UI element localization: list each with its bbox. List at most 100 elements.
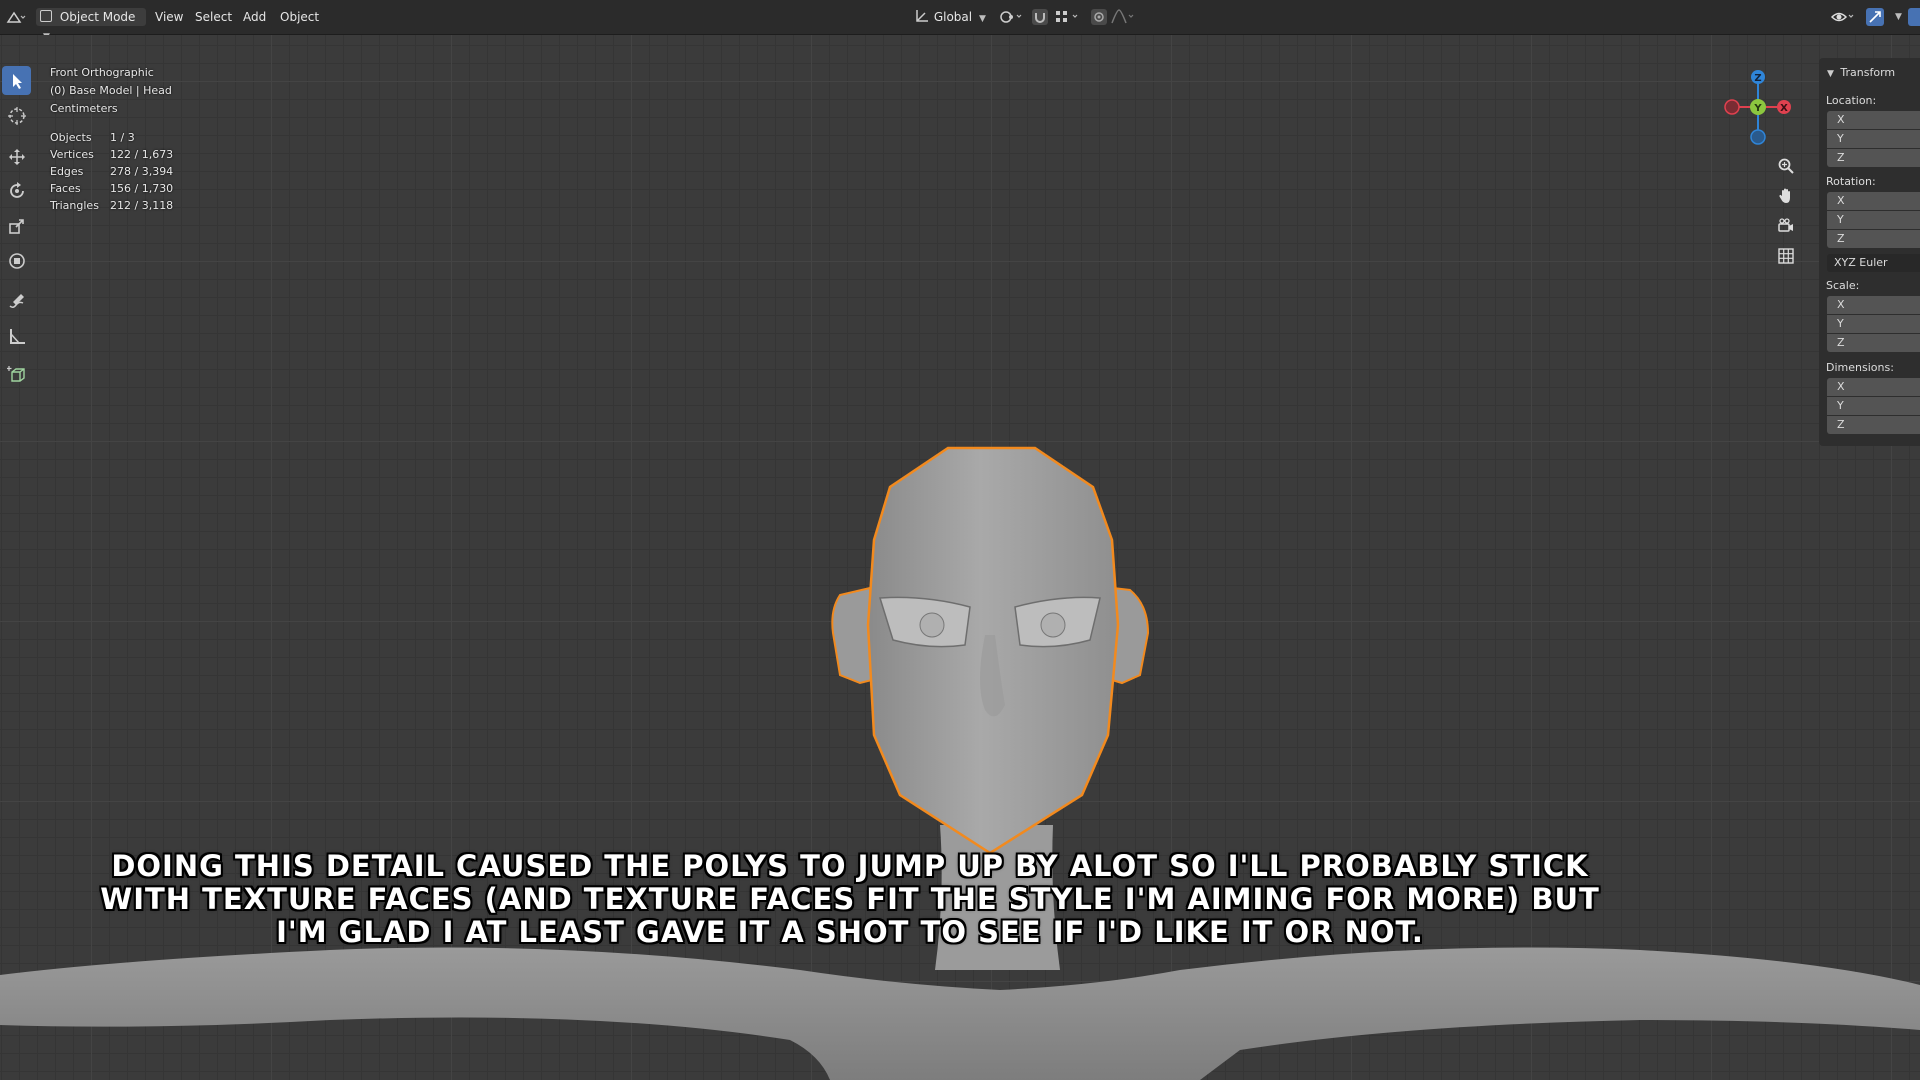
gizmo-z-label: Z <box>1754 73 1761 84</box>
stat-row-edges: Edges 278 / 3,394 <box>50 163 173 180</box>
scale-label: Scale: <box>1826 279 1860 292</box>
stat-label: Objects <box>50 131 92 144</box>
pivot-icon <box>1000 11 1022 23</box>
dimensions-z-field[interactable]: Z <box>1827 416 1920 434</box>
menu-object[interactable]: Object <box>280 8 319 26</box>
view-name: Front Orthographic <box>50 66 154 79</box>
gizmo-y-label: Y <box>1753 103 1762 114</box>
left-ear-mesh <box>831 586 874 685</box>
gizmo-icon <box>1866 8 1884 26</box>
cursor-arrow-icon <box>12 73 22 89</box>
falloff-curve-icon <box>1111 9 1134 24</box>
annotate-tool[interactable] <box>2 286 31 315</box>
stat-value: 212 / 3,118 <box>110 199 174 212</box>
stat-label: Faces <box>50 182 81 195</box>
zoom-button[interactable] <box>1774 154 1798 178</box>
measure-tool[interactable] <box>2 321 31 350</box>
menu-select[interactable]: Select <box>195 8 232 26</box>
move-arrows-icon <box>8 148 25 165</box>
magnet-icon <box>1032 9 1048 25</box>
snap-toggle[interactable] <box>1031 8 1049 26</box>
transform-orientation-dropdown[interactable]: Global ▼ <box>914 8 986 26</box>
mode-dropdown[interactable]: Object Mode ▼ <box>36 8 146 42</box>
ruler-icon <box>9 328 25 344</box>
scale-icon <box>8 218 24 234</box>
scale-x-field[interactable]: X <box>1827 296 1920 314</box>
add-cube-tool[interactable] <box>2 359 31 388</box>
hand-icon <box>1779 188 1790 203</box>
stat-value: 122 / 1,673 <box>110 148 174 161</box>
scale-tool[interactable] <box>2 211 31 240</box>
transform-tool[interactable] <box>2 246 31 275</box>
pencil-icon <box>8 293 24 308</box>
overlays-icon <box>1908 8 1920 26</box>
transform-panel: ▼ Transform Location: X Y Z Rotation: X … <box>1819 58 1920 446</box>
navigation-gizmo[interactable]: Z X Y <box>1712 64 1792 154</box>
gizmo-toggle[interactable] <box>1866 8 1886 26</box>
scale-z-field[interactable]: Z <box>1827 334 1920 352</box>
scale-y-field[interactable]: Y <box>1827 315 1920 333</box>
visibility-dropdown[interactable] <box>1830 8 1858 26</box>
gizmo-x-label: X <box>1780 103 1788 114</box>
chevron-down-icon: ▼ <box>978 14 986 24</box>
stat-row-triangles: Triangles 212 / 3,118 <box>50 197 173 214</box>
perspective-toggle-button[interactable] <box>1774 244 1798 268</box>
falloff-dropdown[interactable] <box>1110 8 1138 26</box>
mode-label: Object Mode <box>59 10 136 24</box>
stat-value: 1 / 3 <box>110 131 135 144</box>
transform-title: Transform <box>1840 66 1896 79</box>
camera-view-button[interactable] <box>1774 214 1798 238</box>
gizmo-neg-z[interactable] <box>1750 129 1766 145</box>
snap-target-dropdown[interactable] <box>1054 8 1082 26</box>
stat-row-objects: Objects 1 / 3 <box>50 129 173 146</box>
object-info: (0) Base Model | Head <box>50 84 172 97</box>
3d-cursor-icon <box>7 106 26 125</box>
stat-label: Vertices <box>50 148 94 161</box>
camera-icon <box>1778 218 1793 232</box>
stat-row-faces: Faces 156 / 1,730 <box>50 180 173 197</box>
location-y-field[interactable]: Y <box>1827 130 1920 148</box>
pivot-point-dropdown[interactable] <box>998 8 1024 26</box>
magnifier-icon <box>1778 158 1794 174</box>
chevron-down-icon: ▼ <box>1827 69 1834 79</box>
editor-type-button[interactable] <box>4 8 26 26</box>
rotate-tool[interactable] <box>2 176 31 205</box>
orientation-icon <box>916 10 928 22</box>
unit-label: Centimeters <box>50 102 118 115</box>
editor-type-icon <box>6 11 26 23</box>
proportional-edit-toggle[interactable] <box>1090 8 1108 26</box>
orientation-label: Global <box>933 10 973 24</box>
stat-row-vertices: Vertices 122 / 1,673 <box>50 146 173 163</box>
move-tool[interactable] <box>2 142 31 171</box>
rotation-label: Rotation: <box>1826 175 1876 188</box>
stat-label: Edges <box>50 165 84 178</box>
transform-icon <box>8 252 25 269</box>
add-cube-icon <box>6 365 25 382</box>
grid-icon <box>1778 248 1794 264</box>
pan-button[interactable] <box>1774 184 1798 208</box>
chevron-down-icon[interactable]: ▼ <box>1895 8 1902 26</box>
proportional-edit-icon <box>1091 9 1107 25</box>
menu-add[interactable]: Add <box>243 8 266 26</box>
stat-label: Triangles <box>50 199 99 212</box>
dimensions-x-field[interactable]: X <box>1827 378 1920 396</box>
dimensions-label: Dimensions: <box>1826 361 1894 374</box>
snap-grid-icon <box>1056 11 1078 22</box>
rotation-mode-dropdown[interactable]: XYZ Euler <box>1827 254 1920 272</box>
select-box-tool[interactable] <box>2 66 31 95</box>
transform-panel-header[interactable]: ▼ Transform <box>1827 64 1895 82</box>
scene-statistics: Objects 1 / 3 Vertices 122 / 1,673 Edges 27… <box>50 129 173 214</box>
cursor-tool[interactable] <box>2 101 31 130</box>
location-label: Location: <box>1826 94 1877 107</box>
location-x-field[interactable]: X <box>1827 111 1920 129</box>
rotation-z-field[interactable]: Z <box>1827 230 1920 248</box>
dimensions-y-field[interactable]: Y <box>1827 397 1920 415</box>
rotation-y-field[interactable]: Y <box>1827 211 1920 229</box>
location-z-field[interactable]: Z <box>1827 149 1920 167</box>
rotation-x-field[interactable]: X <box>1827 192 1920 210</box>
gizmo-neg-x[interactable] <box>1724 99 1740 115</box>
stat-value: 278 / 3,394 <box>110 165 174 178</box>
overlays-toggle[interactable] <box>1908 8 1920 26</box>
menu-view[interactable]: View <box>155 8 183 26</box>
object-mode-icon <box>40 10 52 22</box>
